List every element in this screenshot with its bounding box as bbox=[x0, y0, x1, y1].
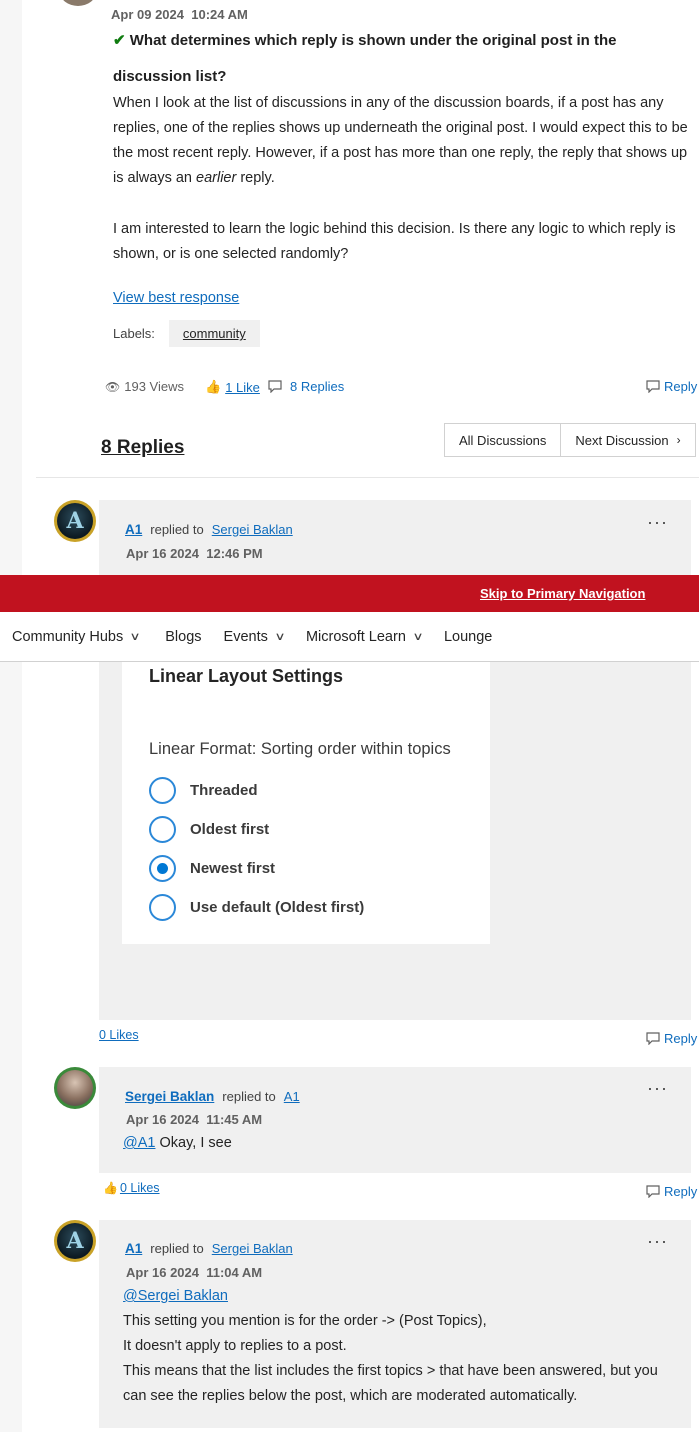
reply-icon bbox=[646, 1032, 660, 1045]
labels-label: Labels: bbox=[113, 326, 155, 341]
chevron-right-icon: › bbox=[676, 433, 681, 447]
nav-lounge[interactable]: Lounge bbox=[444, 629, 492, 645]
reply2-date: Apr 16 2024 11:45 AM bbox=[126, 1112, 263, 1127]
thumbs-up-outline-icon: 👍 bbox=[103, 1181, 118, 1195]
reply2-header: Sergei Baklan replied to A1 bbox=[125, 1089, 300, 1104]
label-tag-community[interactable]: community bbox=[168, 320, 260, 347]
post-body-paragraph-1: When I look at the list of discussions i… bbox=[113, 95, 688, 186]
reply2-avatar[interactable] bbox=[54, 1067, 96, 1109]
replies-heading: 8 Replies bbox=[101, 437, 185, 458]
skip-to-navigation-link[interactable]: Skip to Primary Navigation bbox=[480, 586, 645, 601]
skip-banner: Skip to Primary Navigation bbox=[0, 575, 699, 612]
all-discussions-button[interactable]: All Discussions bbox=[444, 423, 562, 457]
reply3-author[interactable]: A1 bbox=[125, 1241, 142, 1256]
view-best-response-link[interactable]: View best response bbox=[113, 290, 239, 306]
radio-oldest-first[interactable] bbox=[149, 816, 176, 843]
reply3-header: A1 replied to Sergei Baklan bbox=[125, 1241, 293, 1256]
reply3-body: @Sergei Baklan This setting you mention … bbox=[123, 1288, 658, 1404]
reply2-author[interactable]: Sergei Baklan bbox=[125, 1089, 214, 1104]
like-button[interactable]: 👍 1 Like bbox=[205, 379, 260, 395]
avatar-image: A bbox=[57, 1223, 93, 1259]
reply1-author[interactable]: A1 bbox=[125, 522, 142, 537]
post-body-paragraph-2: I am interested to learn the logic behin… bbox=[113, 221, 676, 262]
reply3-mention[interactable]: @Sergei Baklan bbox=[123, 1288, 228, 1304]
reply2-replied-to[interactable]: A1 bbox=[284, 1089, 300, 1104]
divider bbox=[36, 477, 699, 478]
reply-button[interactable]: Reply bbox=[646, 379, 697, 394]
primary-navigation: Community Hubs ∨ Blogs Events ∨ Microsoft … bbox=[0, 612, 699, 662]
next-discussion-button[interactable]: Next Discussion › bbox=[561, 423, 696, 457]
chevron-down-icon: ∨ bbox=[412, 631, 424, 643]
eye-icon: 👁 bbox=[105, 379, 121, 394]
post-date: Apr 09 2024 10:24 AM bbox=[111, 7, 248, 22]
discussion-nav-buttons: All Discussions Next Discussion › bbox=[444, 423, 696, 457]
nav-events[interactable]: Events ∨ bbox=[224, 629, 286, 645]
nav-community-hubs[interactable]: Community Hubs ∨ bbox=[12, 629, 141, 645]
reply2-body: @A1 Okay, I see bbox=[123, 1135, 232, 1151]
reply2-more-options-icon[interactable]: ··· bbox=[647, 1078, 668, 1099]
chevron-down-icon: ∨ bbox=[129, 631, 141, 643]
radio-label-threaded: Threaded bbox=[190, 782, 258, 799]
chevron-down-icon: ∨ bbox=[274, 631, 286, 643]
accepted-checkmark-icon: ✔ bbox=[113, 32, 126, 49]
reply3-more-options-icon[interactable]: ··· bbox=[647, 1231, 668, 1252]
reply3-replied-to[interactable]: Sergei Baklan bbox=[212, 1241, 293, 1256]
reply1-replied-to[interactable]: Sergei Baklan bbox=[212, 522, 293, 537]
reply1-header: A1 replied to Sergei Baklan bbox=[125, 522, 293, 537]
labels-row: Labels: community bbox=[113, 320, 260, 347]
reply1-avatar[interactable]: A bbox=[54, 500, 96, 542]
thumbs-up-icon: 👍 bbox=[205, 379, 222, 394]
replies-count-link[interactable]: 8 Replies bbox=[268, 379, 344, 394]
reply1-more-options-icon[interactable]: ··· bbox=[647, 512, 668, 533]
reply2-reply-button[interactable]: Reply bbox=[646, 1184, 697, 1199]
post-date-day: Apr 09 2024 bbox=[111, 7, 184, 22]
radio-label-oldest-first: Oldest first bbox=[190, 821, 270, 838]
reply2-likes-row[interactable]: 👍 0 Likes bbox=[103, 1181, 160, 1195]
comment-icon bbox=[268, 380, 282, 393]
avatar-image: A bbox=[57, 503, 93, 539]
nav-microsoft-learn[interactable]: Microsoft Learn ∨ bbox=[306, 629, 424, 645]
post-date-time: 10:24 AM bbox=[191, 7, 248, 22]
settings-subtitle: Linear Format: Sorting order within topi… bbox=[149, 740, 451, 758]
reply1-date: Apr 16 2024 12:46 PM bbox=[126, 546, 263, 561]
post-title: ✔ What determines which reply is shown u… bbox=[113, 23, 688, 95]
reply-icon bbox=[646, 1185, 660, 1198]
avatar-image bbox=[57, 1070, 93, 1106]
radio-newest-first[interactable] bbox=[149, 855, 176, 882]
settings-title: Linear Layout Settings bbox=[149, 666, 344, 686]
radio-use-default[interactable] bbox=[149, 894, 176, 921]
views-count: 👁 193 Views bbox=[105, 379, 184, 394]
radio-label-use-default: Use default (Oldest first) bbox=[190, 899, 365, 916]
post-title-text: What determines which reply is shown und… bbox=[113, 32, 617, 85]
reply2-likes: 0 Likes bbox=[119, 1181, 160, 1195]
reply2-mention[interactable]: @A1 bbox=[123, 1135, 155, 1151]
settings-screenshot: Linear Layout Settings Linear Format: So… bbox=[122, 658, 490, 944]
reply1-reply-button[interactable]: Reply bbox=[646, 1031, 697, 1046]
reply3-date: Apr 16 2024 11:04 AM bbox=[126, 1265, 263, 1280]
nav-blogs[interactable]: Blogs bbox=[165, 629, 201, 645]
radio-label-newest-first: Newest first bbox=[190, 860, 276, 877]
reply3-avatar[interactable]: A bbox=[54, 1220, 96, 1262]
reply1-likes[interactable]: 0 Likes bbox=[99, 1028, 139, 1042]
radio-threaded[interactable] bbox=[149, 777, 176, 804]
reply-icon bbox=[646, 380, 660, 393]
